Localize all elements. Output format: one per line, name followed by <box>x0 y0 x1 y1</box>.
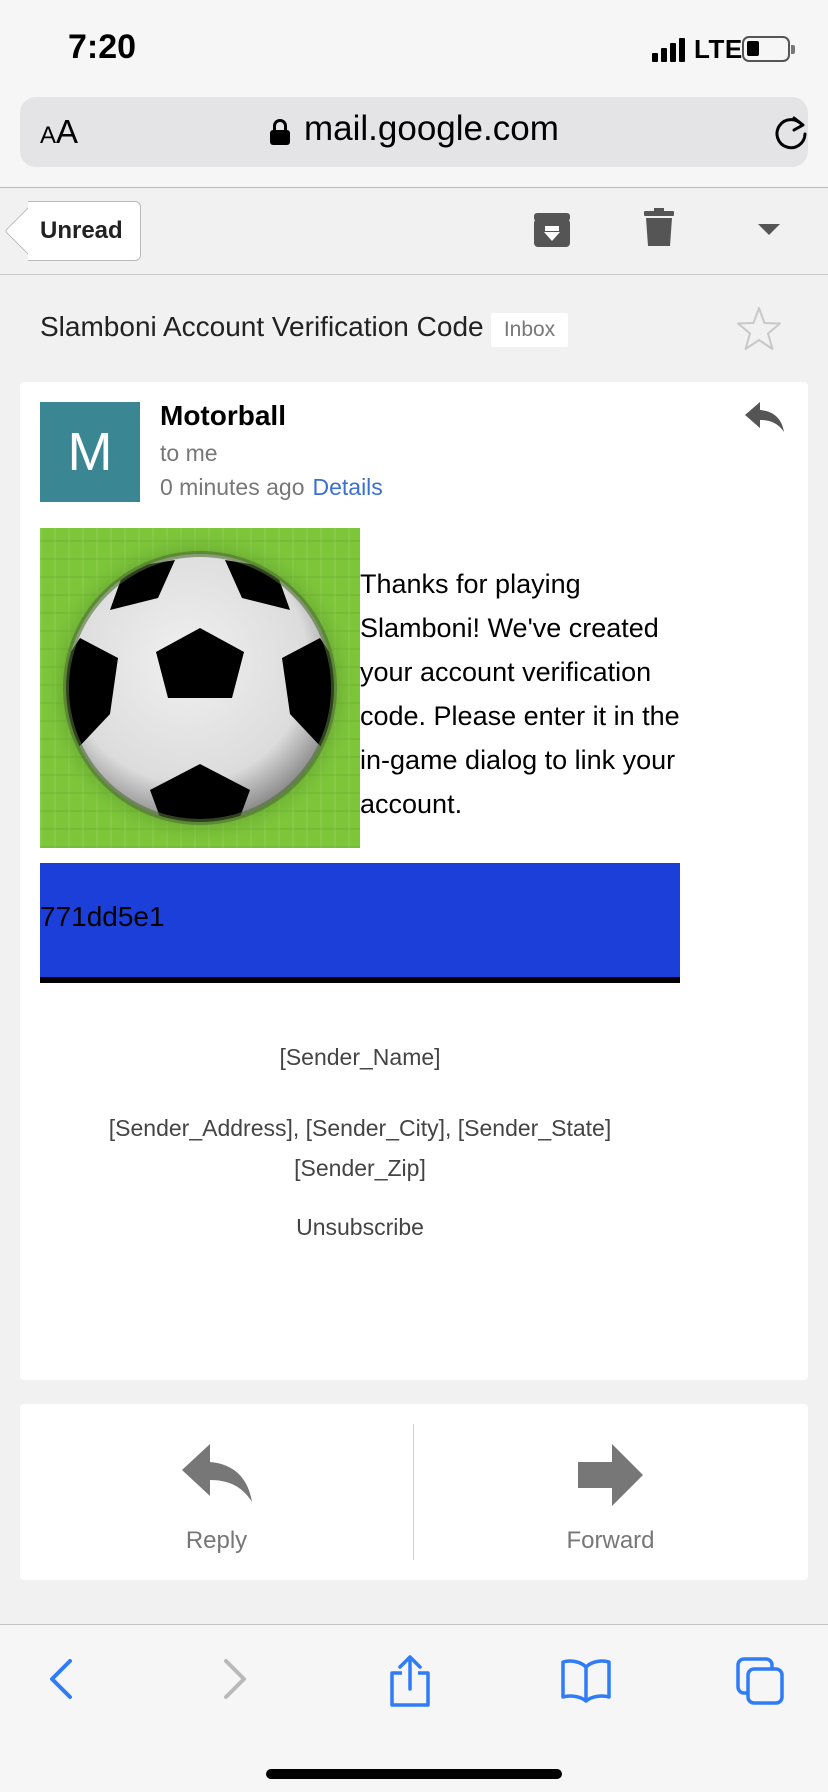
browser-url-area: AA mail.google.com <box>0 92 828 188</box>
footer-sender-address: [Sender_Address], [Sender_City], [Sender… <box>108 1115 612 1181</box>
soccer-ball-image <box>40 528 360 848</box>
address-bar[interactable]: AA mail.google.com <box>20 97 808 167</box>
email-subject: Slamboni Account Verification Code <box>40 311 484 342</box>
recipient-text: to me <box>160 440 218 466</box>
browser-bottom-bar <box>0 1624 828 1792</box>
url-text[interactable]: mail.google.com <box>304 109 559 149</box>
verification-code-box: 771dd5e1 <box>40 863 680 983</box>
battery-icon <box>742 36 795 62</box>
reply-forward-card: Reply Forward <box>20 1404 808 1580</box>
inbox-label-badge[interactable]: Inbox <box>491 313 568 347</box>
timestamp-row: 0 minutes ago Details <box>160 474 383 501</box>
status-time: 7:20 <box>68 28 137 66</box>
more-dropdown-icon[interactable] <box>758 224 780 235</box>
time-ago: 0 minutes ago <box>160 474 305 500</box>
forward-label: Forward <box>566 1527 655 1554</box>
back-label: Unread <box>40 217 123 244</box>
forward-arrow-icon <box>578 1444 643 1506</box>
reply-arrow-icon <box>182 1444 252 1502</box>
status-bar: 7:20 LTE <box>0 0 828 92</box>
sender-name: Motorball <box>160 400 286 431</box>
star-icon[interactable] <box>736 306 782 352</box>
verification-code: 771dd5e1 <box>40 901 165 932</box>
mail-toolbar: Unread <box>0 188 828 275</box>
archive-icon[interactable] <box>533 210 571 248</box>
home-indicator <box>266 1769 562 1779</box>
back-unread-button[interactable]: Unread <box>4 201 141 261</box>
footer-sender-name: [Sender_Name] <box>279 1044 441 1070</box>
message-card: M Motorball to me 0 minutes ago Details <box>20 382 808 1380</box>
trash-icon[interactable] <box>644 208 674 246</box>
share-icon[interactable] <box>386 1655 434 1707</box>
text-size-button[interactable]: AA <box>40 113 78 151</box>
email-body-text: Thanks for playing Slamboni! We've creat… <box>360 569 680 819</box>
bookmarks-icon[interactable] <box>560 1655 612 1703</box>
signal-icon <box>652 38 688 62</box>
avatar: M <box>40 402 140 502</box>
details-link[interactable]: Details <box>312 474 382 500</box>
reply-label: Reply <box>185 1527 248 1554</box>
reply-icon[interactable] <box>744 400 786 434</box>
network-type: LTE <box>694 34 743 64</box>
reply-button[interactable]: Reply <box>20 1404 413 1580</box>
unsubscribe-link[interactable]: Unsubscribe <box>20 1214 700 1241</box>
forward-button[interactable]: Forward <box>414 1404 807 1580</box>
tabs-icon[interactable] <box>734 1655 786 1707</box>
back-icon[interactable] <box>44 1655 80 1703</box>
forward-nav-icon[interactable] <box>216 1655 252 1703</box>
lock-icon <box>270 119 290 145</box>
reload-icon[interactable] <box>772 114 810 152</box>
